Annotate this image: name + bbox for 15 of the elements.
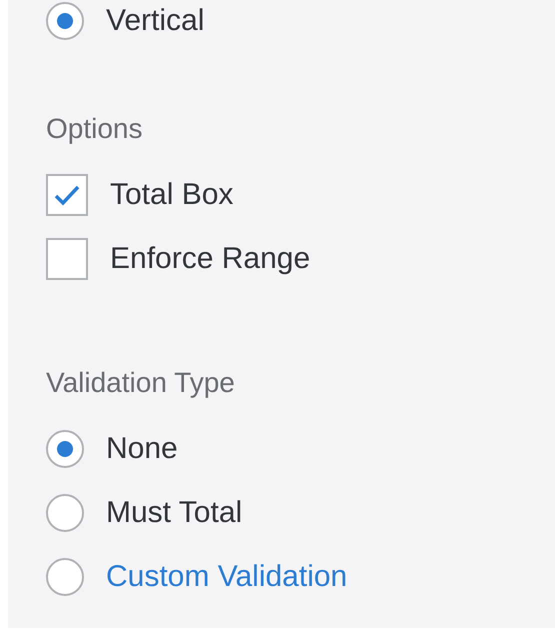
radio-button[interactable] bbox=[46, 494, 84, 532]
option-label: Must Total bbox=[106, 495, 242, 531]
section-heading: Validation Type bbox=[46, 366, 236, 400]
checkmark-icon bbox=[54, 184, 80, 206]
option-label: Vertical bbox=[106, 3, 204, 39]
radio-button[interactable] bbox=[46, 430, 84, 468]
checkbox[interactable] bbox=[46, 238, 88, 280]
checkbox[interactable] bbox=[46, 174, 88, 216]
section-heading: Options bbox=[46, 112, 144, 146]
radio-button[interactable] bbox=[46, 558, 84, 596]
option-label: Total Box bbox=[110, 177, 234, 213]
radio-button[interactable] bbox=[46, 2, 84, 40]
option-label: Enforce Range bbox=[110, 241, 310, 277]
option-label: Custom Validation bbox=[106, 559, 348, 595]
option-label: None bbox=[106, 431, 178, 467]
